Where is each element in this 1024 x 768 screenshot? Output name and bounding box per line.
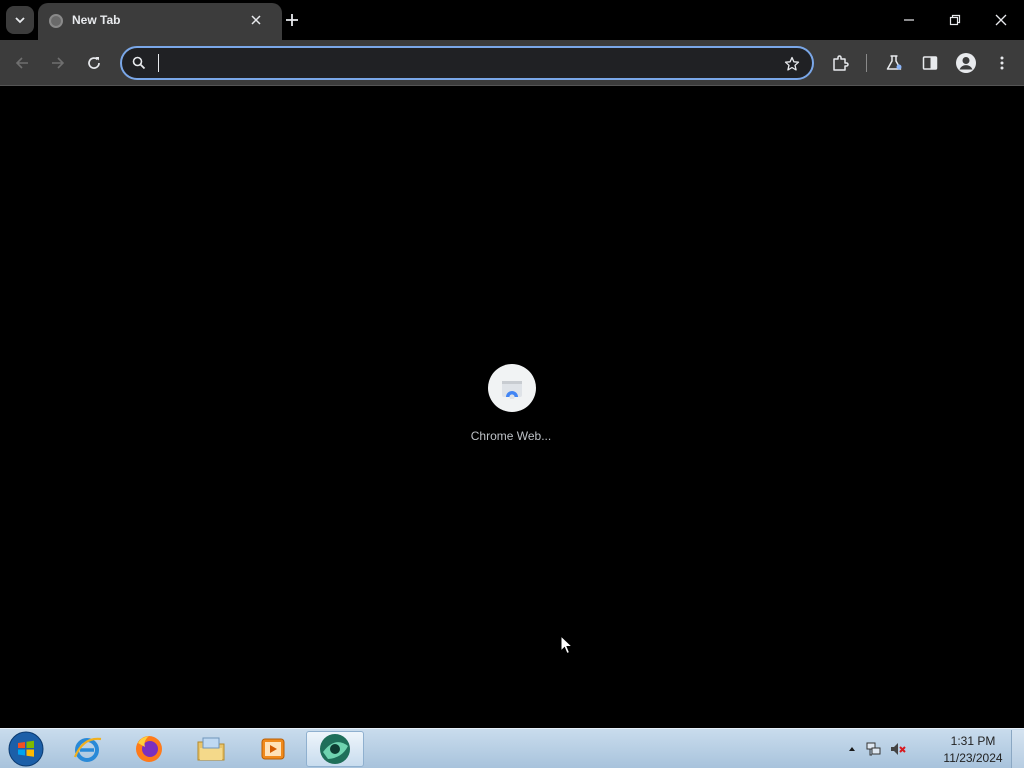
media-player-icon [261,738,285,760]
reload-icon [88,57,100,69]
back-button[interactable] [8,49,36,77]
taskbar-app-media-player[interactable] [244,731,302,767]
taskbar-app-file-explorer[interactable] [182,731,240,767]
clock-time[interactable]: 1:31 PM [940,734,1006,748]
new-tab-page: Chrome Web... [0,87,1024,728]
side-panel-button[interactable] [916,49,944,77]
side-panel-icon [922,56,938,70]
text-caret [158,54,159,72]
flask-icon [886,55,902,70]
taskbar-app-browser[interactable] [306,731,364,767]
star-icon [784,56,800,71]
profile-button[interactable] [952,49,980,77]
search-icon [132,56,146,70]
shortcut-tile[interactable]: Chrome Web... [460,363,562,449]
chevron-down-icon [15,17,25,24]
chrome-web-store-icon [502,381,522,399]
file-explorer-icon [197,737,225,761]
restore-icon [949,14,961,26]
firefox-icon [136,736,162,762]
browser-toolbar [0,40,1024,86]
windows-start-icon [8,731,44,767]
browser-icon [320,734,350,764]
puzzle-icon [833,55,849,71]
chevron-up-icon [849,747,855,751]
menu-button[interactable] [988,49,1016,77]
kebab-menu-icon [1000,56,1004,70]
window-close-button[interactable] [978,0,1024,40]
taskbar-app-internet-explorer[interactable] [58,731,116,767]
shortcut-icon-circle [488,364,536,412]
toolbar-divider [866,54,867,72]
close-icon [995,14,1007,26]
tab-close-button[interactable] [246,10,266,30]
new-tab-button[interactable] [280,8,304,32]
bookmark-star-button[interactable] [780,52,804,76]
globe-icon [49,14,63,28]
volume-tray-button[interactable] [890,741,906,757]
tab-search-button[interactable] [6,6,34,34]
start-button[interactable] [6,730,46,768]
desktop-screen: New Tab Chrome Web... 1:31 PM 11/23/2024 [0,0,1024,768]
reload-button[interactable] [80,49,108,77]
network-icon [866,742,881,756]
labs-button[interactable] [880,49,908,77]
arrow-right-icon [52,57,65,69]
avatar-icon [956,53,976,73]
address-input[interactable] [156,52,766,74]
address-bar[interactable] [120,46,814,80]
tab-strip: New Tab [0,0,1024,40]
volume-muted-icon [891,743,906,755]
close-icon [251,15,261,25]
shortcut-label: Chrome Web... [470,429,552,443]
show-desktop-button[interactable] [1011,730,1024,768]
restore-button[interactable] [932,0,978,40]
forward-button[interactable] [44,49,72,77]
tab-new-tab[interactable]: New Tab [38,3,282,40]
arrow-left-icon [15,57,28,69]
clock-date[interactable]: 11/23/2024 [940,751,1006,765]
minimize-button[interactable] [886,0,932,40]
extensions-button[interactable] [826,49,854,77]
internet-explorer-icon [73,737,102,762]
mouse-cursor-icon [560,635,574,655]
tab-title: New Tab [72,13,121,27]
show-hidden-icons-button[interactable] [844,741,860,757]
windows-taskbar: 1:31 PM 11/23/2024 [0,728,1024,768]
plus-icon [286,14,298,26]
minimize-icon [904,19,914,21]
network-tray-button[interactable] [866,741,882,757]
taskbar-app-firefox[interactable] [120,731,178,767]
